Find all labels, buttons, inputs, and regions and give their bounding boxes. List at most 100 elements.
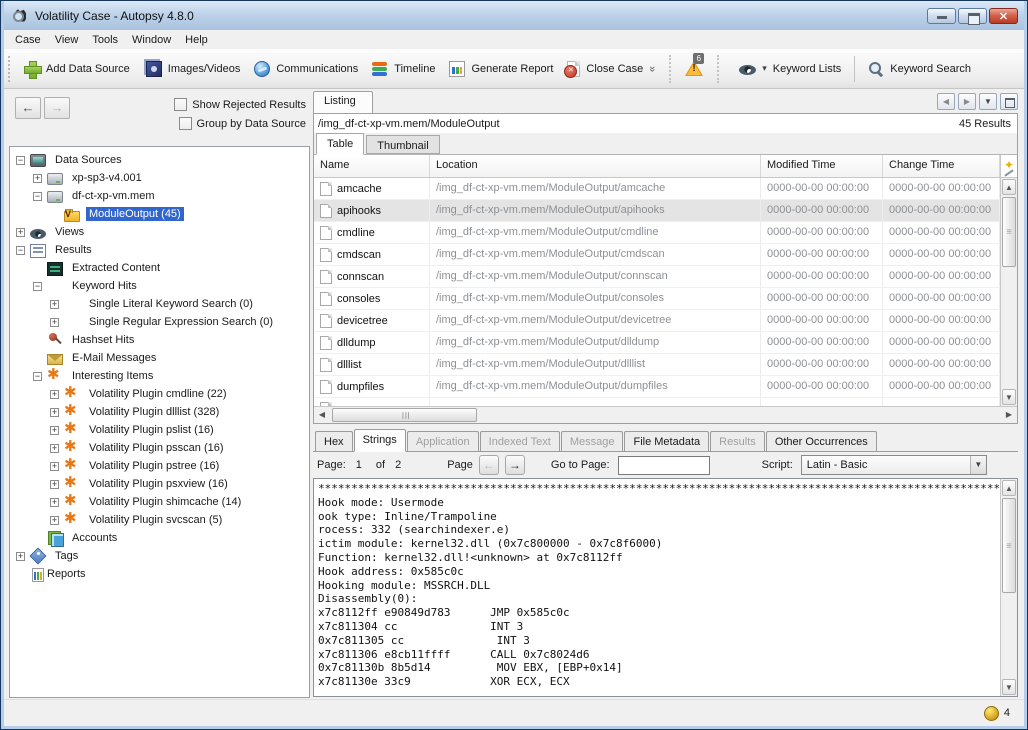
close-case-button[interactable]: Close Case » — [560, 57, 662, 81]
tree-item-volatility-plugin-psscan-16[interactable]: + Volatility Plugin psscan (16) — [10, 439, 309, 457]
restore-button[interactable] — [958, 8, 987, 24]
menu-item-view[interactable]: View — [48, 32, 86, 48]
expander-icon[interactable]: + — [50, 498, 59, 507]
timeline-button[interactable]: Timeline — [365, 57, 442, 81]
tab-indexed-text[interactable]: Indexed Text — [480, 431, 560, 451]
add-data-source-button[interactable]: Add Data Source — [17, 57, 137, 81]
expander-icon[interactable]: − — [33, 372, 42, 381]
expander-icon[interactable]: − — [33, 282, 42, 291]
menu-item-help[interactable]: Help — [178, 32, 215, 48]
tree-item-interesting-items[interactable]: − Interesting Items — [10, 367, 309, 385]
tab-results[interactable]: Results — [710, 431, 765, 451]
tree-item-data-sources[interactable]: − Data Sources — [10, 151, 309, 169]
table-row[interactable]: dlllist /img_df-ct-xp-vm.mem/ModuleOutpu… — [314, 354, 1000, 376]
expander-icon[interactable]: + — [50, 390, 59, 399]
go-to-page-input[interactable] — [618, 456, 710, 475]
tree-item-single-literal-keyword-search-0[interactable]: + Single Literal Keyword Search (0) — [10, 295, 309, 313]
menu-item-case[interactable]: Case — [8, 32, 48, 48]
vertical-scrollbar[interactable]: ▲ ▼ — [1000, 479, 1017, 696]
scrollbar-thumb[interactable] — [1002, 498, 1016, 593]
tab-other-occurrences[interactable]: Other Occurrences — [766, 431, 877, 451]
tab-thumbnail[interactable]: Thumbnail — [366, 135, 439, 154]
tab-scroll-right-button[interactable]: ▶ — [958, 93, 976, 110]
tree-item-results[interactable]: − Results — [10, 241, 309, 259]
scroll-up-icon[interactable]: ▲ — [1002, 179, 1016, 195]
keyword-search-button[interactable]: Keyword Search — [861, 57, 978, 81]
float-window-button[interactable] — [1000, 93, 1018, 110]
tree-item-volatility-plugin-shimcache-14[interactable]: + Volatility Plugin shimcache (14) — [10, 493, 309, 511]
column-header-change-time[interactable]: Change Time — [883, 155, 1000, 177]
progress-indicator-icon[interactable] — [984, 706, 999, 721]
expander-icon[interactable]: + — [50, 408, 59, 417]
tab-table[interactable]: Table — [316, 133, 364, 155]
table-row[interactable]: connscan /img_df-ct-xp-vm.mem/ModuleOutp… — [314, 266, 1000, 288]
column-header-name[interactable]: Name — [314, 155, 430, 177]
tree-item-xp-sp3-v4-001[interactable]: + xp-sp3-v4.001 — [10, 169, 309, 187]
table-row[interactable]: dlldump /img_df-ct-xp-vm.mem/ModuleOutpu… — [314, 332, 1000, 354]
scrollbar-thumb[interactable] — [1002, 197, 1016, 267]
tree-item-df-ct-xp-vm-mem[interactable]: − df-ct-xp-vm.mem — [10, 187, 309, 205]
tree-item-views[interactable]: + Views — [10, 223, 309, 241]
expander-icon[interactable]: + — [50, 480, 59, 489]
scroll-up-icon[interactable]: ▲ — [1002, 480, 1016, 496]
vertical-scrollbar[interactable]: ▲ ▼ — [1000, 155, 1017, 406]
expander-icon[interactable]: + — [50, 462, 59, 471]
expander-icon[interactable]: + — [50, 444, 59, 453]
menu-item-tools[interactable]: Tools — [85, 32, 125, 48]
scrollbar-thumb[interactable] — [332, 408, 477, 422]
group-by-data-source-checkbox[interactable] — [179, 117, 192, 130]
expander-icon[interactable]: + — [33, 174, 42, 183]
toolbar-drag-handle[interactable] — [8, 56, 12, 82]
tree-item-extracted-content[interactable]: Extracted Content — [10, 259, 309, 277]
tab-message[interactable]: Message — [561, 431, 624, 451]
scroll-left-icon[interactable]: ◀ — [314, 407, 330, 423]
ingest-warnings-button[interactable]: 6 — [678, 57, 710, 80]
expander-icon[interactable]: − — [16, 246, 25, 255]
script-select[interactable]: Latin - Basic ▼ — [801, 455, 987, 475]
tab-hex[interactable]: Hex — [315, 431, 353, 451]
column-header-modified-time[interactable]: Modified Time — [761, 155, 883, 177]
keyword-lists-button[interactable]: ▾ Keyword Lists — [732, 58, 848, 79]
scroll-down-icon[interactable]: ▼ — [1002, 679, 1016, 695]
tab-application[interactable]: Application — [407, 431, 479, 451]
tree-item-reports[interactable]: Reports — [10, 565, 309, 583]
tree-item-moduleoutput-45[interactable]: ModuleOutput (45) — [10, 205, 309, 223]
tree-item-volatility-plugin-svcscan-5[interactable]: + Volatility Plugin svcscan (5) — [10, 511, 309, 529]
generate-report-button[interactable]: Generate Report — [442, 57, 560, 81]
table-row[interactable] — [314, 398, 1000, 406]
column-header-location[interactable]: Location — [430, 155, 761, 177]
history-forward-button[interactable]: → — [44, 97, 70, 119]
tree-item-e-mail-messages[interactable]: E-Mail Messages — [10, 349, 309, 367]
tab-list-dropdown-button[interactable]: ▼ — [979, 93, 997, 110]
horizontal-scrollbar[interactable]: ◀ ▶ — [314, 406, 1017, 423]
show-rejected-results-checkbox[interactable] — [174, 98, 187, 111]
tree-item-single-regular-expression-search-0[interactable]: + Single Regular Expression Search (0) — [10, 313, 309, 331]
table-row[interactable]: devicetree /img_df-ct-xp-vm.mem/ModuleOu… — [314, 310, 1000, 332]
expander-icon[interactable]: − — [16, 156, 25, 165]
history-back-button[interactable]: ← — [15, 97, 41, 119]
previous-page-button[interactable]: ← — [479, 455, 499, 475]
scroll-down-icon[interactable]: ▼ — [1002, 389, 1016, 405]
tree-item-volatility-plugin-psxview-16[interactable]: + Volatility Plugin psxview (16) — [10, 475, 309, 493]
images-videos-button[interactable]: Images/Videos — [137, 57, 248, 81]
tree-item-volatility-plugin-pslist-16[interactable]: + Volatility Plugin pslist (16) — [10, 421, 309, 439]
table-row[interactable]: cmdscan /img_df-ct-xp-vm.mem/ModuleOutpu… — [314, 244, 1000, 266]
scroll-right-icon[interactable]: ▶ — [1001, 407, 1017, 423]
tree-item-keyword-hits[interactable]: − Keyword Hits — [10, 277, 309, 295]
strings-content[interactable]: ****************************************… — [314, 479, 1000, 696]
communications-button[interactable]: Communications — [247, 57, 365, 81]
expander-icon[interactable]: − — [33, 192, 42, 201]
tree-item-volatility-plugin-pstree-16[interactable]: + Volatility Plugin pstree (16) — [10, 457, 309, 475]
table-row[interactable]: consoles /img_df-ct-xp-vm.mem/ModuleOutp… — [314, 288, 1000, 310]
expander-icon[interactable]: + — [16, 552, 25, 561]
expander-icon[interactable]: + — [50, 300, 59, 309]
table-row[interactable]: dumpfiles /img_df-ct-xp-vm.mem/ModuleOut… — [314, 376, 1000, 398]
next-page-button[interactable]: → — [505, 455, 525, 475]
minimize-button[interactable] — [927, 8, 956, 24]
column-settings-button[interactable] — [1001, 155, 1017, 178]
menu-item-window[interactable]: Window — [125, 32, 178, 48]
expander-icon[interactable]: + — [50, 318, 59, 327]
tab-scroll-left-button[interactable]: ◀ — [937, 93, 955, 110]
table-row[interactable]: cmdline /img_df-ct-xp-vm.mem/ModuleOutpu… — [314, 222, 1000, 244]
tab-file-metadata[interactable]: File Metadata — [624, 431, 709, 451]
